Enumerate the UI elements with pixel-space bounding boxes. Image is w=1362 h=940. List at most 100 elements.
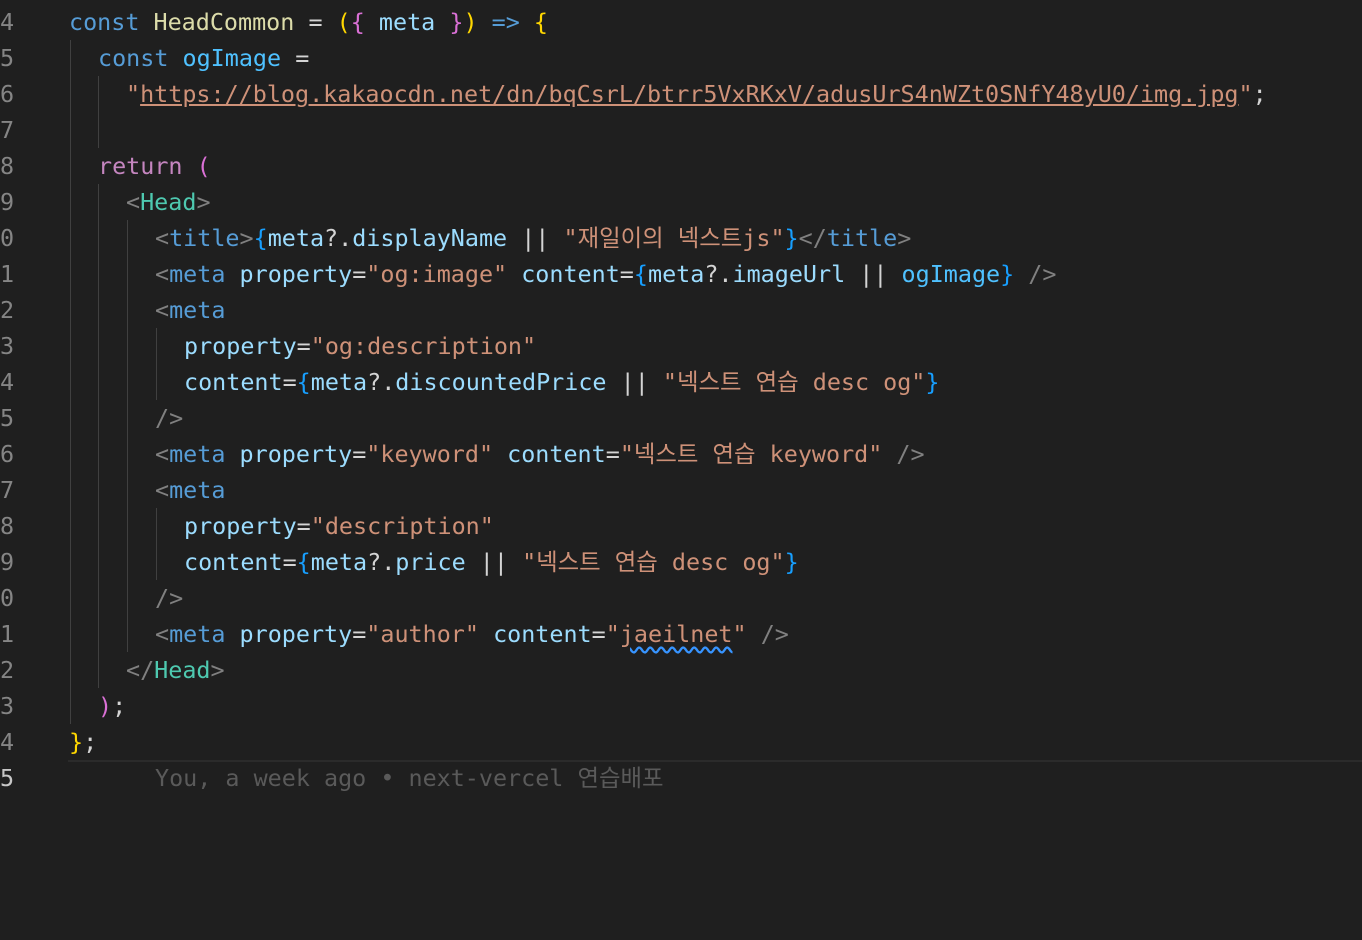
line-number: 6 — [0, 80, 15, 108]
indent-guide — [127, 400, 128, 436]
line-code[interactable]: return ( — [98, 148, 211, 184]
line-code[interactable]: const HeadCommon = ({ meta }) => { — [69, 4, 548, 40]
line-number: 5 — [0, 44, 15, 72]
indent-guide — [98, 328, 99, 364]
indent-guide — [70, 400, 71, 436]
code-line[interactable]: 4 const HeadCommon = ({ meta }) => { — [0, 4, 1362, 40]
indent-guide — [127, 544, 128, 580]
line-number: 6 — [0, 440, 15, 468]
indent-guide — [98, 292, 99, 328]
line-code[interactable]: content={meta?.price || "넥스트 연습 desc og"… — [184, 544, 799, 580]
line-number: 3 — [0, 692, 15, 720]
line-code[interactable]: <Head> — [126, 184, 211, 220]
line-number: 2 — [0, 656, 15, 684]
code-line[interactable]: 0 <title>{meta?.displayName || "재일이의 넥스트… — [0, 220, 1362, 256]
indent-guide — [156, 364, 157, 400]
indent-guide — [98, 580, 99, 616]
code-editor[interactable]: 4 const HeadCommon = ({ meta }) => { 5 c… — [0, 0, 1362, 796]
current-code-line[interactable]: 5 You, a week ago • next-vercel 연습배포 — [0, 760, 1362, 796]
line-number: 1 — [0, 260, 15, 288]
indent-guide — [70, 436, 71, 472]
line-code[interactable]: <meta property="author" content="jaeilne… — [155, 616, 789, 652]
indent-guide — [98, 436, 99, 472]
indent-guide — [98, 220, 99, 256]
indent-guide — [98, 400, 99, 436]
indent-guide — [127, 580, 128, 616]
line-code[interactable]: <meta property="keyword" content="넥스트 연습… — [155, 436, 925, 472]
code-line[interactable]: 7 — [0, 112, 1362, 148]
line-number: 3 — [0, 332, 15, 360]
indent-guide — [70, 184, 71, 220]
code-line[interactable]: 5 const ogImage = — [0, 40, 1362, 76]
indent-guide — [98, 76, 99, 112]
line-number: 8 — [0, 152, 15, 180]
line-code[interactable]: content={meta?.discountedPrice || "넥스트 연… — [184, 364, 940, 400]
indent-guide — [70, 40, 71, 76]
code-line[interactable]: 1 <meta property="author" content="jaeil… — [0, 616, 1362, 652]
code-line[interactable]: 2 <meta — [0, 292, 1362, 328]
code-line[interactable]: 3 property="og:description" — [0, 328, 1362, 364]
line-number: 8 — [0, 512, 15, 540]
indent-guide — [98, 652, 99, 688]
indent-guide — [70, 616, 71, 652]
line-code[interactable]: const ogImage = — [98, 40, 309, 76]
indent-guide — [98, 364, 99, 400]
indent-guide — [156, 508, 157, 544]
line-code[interactable]: <meta — [155, 472, 225, 508]
code-line[interactable]: 1 <meta property="og:image" content={met… — [0, 256, 1362, 292]
line-number: 9 — [0, 188, 15, 216]
code-line[interactable]: 9 content={meta?.price || "넥스트 연습 desc o… — [0, 544, 1362, 580]
code-line[interactable]: 6 <meta property="keyword" content="넥스트 … — [0, 436, 1362, 472]
indent-guide — [98, 472, 99, 508]
line-code[interactable]: property="description" — [184, 508, 494, 544]
code-line[interactable]: 6 "https://blog.kakaocdn.net/dn/bqCsrL/b… — [0, 76, 1362, 112]
indent-guide — [127, 616, 128, 652]
indent-guide — [70, 652, 71, 688]
code-line[interactable]: 5 /> — [0, 400, 1362, 436]
indent-guide — [70, 256, 71, 292]
code-line[interactable]: 4 content={meta?.discountedPrice || "넥스트… — [0, 364, 1362, 400]
indent-guide — [98, 184, 99, 220]
indent-guide — [70, 508, 71, 544]
indent-guide — [70, 544, 71, 580]
indent-guide — [70, 220, 71, 256]
line-code[interactable]: property="og:description" — [184, 328, 536, 364]
indent-guide — [70, 580, 71, 616]
line-number: 7 — [0, 116, 15, 144]
indent-guide — [70, 292, 71, 328]
indent-guide — [70, 364, 71, 400]
code-line[interactable]: 9 <Head> — [0, 184, 1362, 220]
line-code[interactable]: ); — [98, 688, 126, 724]
code-line[interactable]: 8 return ( — [0, 148, 1362, 184]
git-blame-annotation: You, a week ago • next-vercel 연습배포 — [155, 764, 664, 792]
line-code[interactable]: <meta — [155, 292, 225, 328]
indent-guide — [127, 472, 128, 508]
code-line[interactable]: 0 /> — [0, 580, 1362, 616]
line-code[interactable]: }; — [69, 724, 97, 760]
indent-guide — [98, 616, 99, 652]
indent-guide — [70, 112, 71, 148]
line-number: 9 — [0, 548, 15, 576]
line-code[interactable]: /> — [155, 400, 183, 436]
line-code[interactable]: /> — [155, 580, 183, 616]
indent-guide — [98, 112, 99, 148]
code-line[interactable]: 8 property="description" — [0, 508, 1362, 544]
indent-guide — [98, 508, 99, 544]
line-code[interactable]: <title>{meta?.displayName || "재일이의 넥스트js… — [155, 220, 911, 256]
code-line[interactable]: 7 <meta — [0, 472, 1362, 508]
code-line[interactable]: 4 }; — [0, 724, 1362, 760]
line-number: 0 — [0, 584, 15, 612]
line-number: 7 — [0, 476, 15, 504]
indent-guide — [156, 328, 157, 364]
line-number: 5 — [0, 404, 15, 432]
line-code[interactable]: <meta property="og:image" content={meta?… — [155, 256, 1056, 292]
line-number: 4 — [0, 728, 15, 756]
indent-guide — [127, 256, 128, 292]
code-line[interactable]: 3 ); — [0, 688, 1362, 724]
code-line[interactable]: 2 </Head> — [0, 652, 1362, 688]
line-number: 2 — [0, 296, 15, 324]
line-number: 4 — [0, 368, 15, 396]
line-code[interactable]: </Head> — [126, 652, 225, 688]
indent-guide — [127, 436, 128, 472]
line-code[interactable]: "https://blog.kakaocdn.net/dn/bqCsrL/btr… — [126, 76, 1267, 112]
